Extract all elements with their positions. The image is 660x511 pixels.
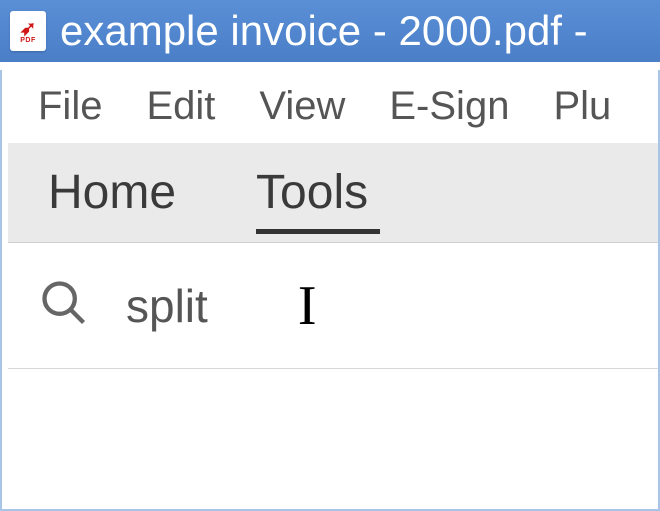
menu-edit[interactable]: Edit (124, 80, 237, 133)
menu-file[interactable]: File (16, 80, 124, 133)
text-caret-icon: I (298, 278, 317, 334)
menu-plugins[interactable]: Plu (531, 80, 633, 133)
menu-esign[interactable]: E-Sign (367, 80, 531, 133)
search-row: split I (8, 243, 658, 369)
menu-bar: File Edit View E-Sign Plu (8, 70, 658, 137)
app-client-area: File Edit View E-Sign Plu Home Tools spl… (0, 70, 660, 511)
search-input[interactable]: split I (126, 278, 316, 334)
pdf-icon-label: PDF (20, 37, 36, 44)
tab-bar: Home Tools (8, 143, 658, 243)
content-area (8, 369, 658, 469)
search-input-value: split (126, 279, 208, 333)
tab-tools[interactable]: Tools (216, 143, 408, 242)
pdf-icon-symbol: ➶ (20, 19, 37, 39)
menu-view[interactable]: View (237, 80, 367, 133)
pdf-app-icon: ➶ PDF (10, 11, 46, 51)
tab-home[interactable]: Home (8, 143, 216, 242)
title-bar: ➶ PDF example invoice - 2000.pdf - (0, 0, 660, 62)
window-title: example invoice - 2000.pdf - (60, 7, 588, 55)
search-icon (38, 277, 90, 334)
